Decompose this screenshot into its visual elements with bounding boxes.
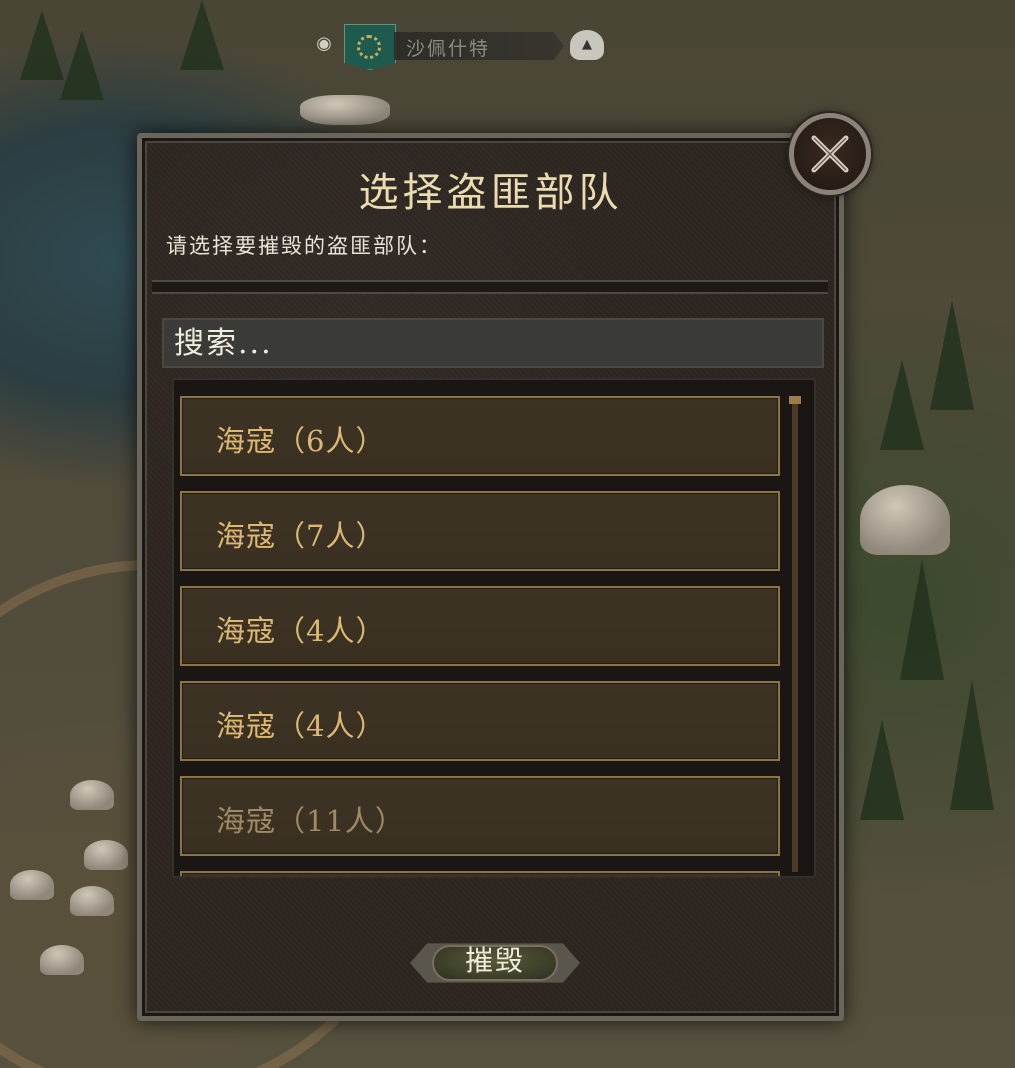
destroy-button[interactable]: 摧毁 <box>410 935 580 991</box>
close-icon <box>811 135 849 173</box>
search-input[interactable] <box>162 318 824 368</box>
settlement-name-bar[interactable]: 沙佩什特 <box>394 32 564 60</box>
party-list[interactable]: 海寇（6人） 海寇（7人） 海寇（4人） 海寇（4人） 海寇（11人） <box>172 378 816 878</box>
party-label: 海寇（4人） <box>216 709 386 743</box>
map-yurt <box>70 780 114 810</box>
party-label: 海寇（11人） <box>216 804 405 838</box>
settlement-nameplate[interactable]: ◉ 沙佩什特 ▲ <box>308 24 618 70</box>
eye-icon[interactable]: ◉ <box>312 35 336 53</box>
party-list-item-partial[interactable] <box>180 871 780 876</box>
dialog-subtitle: 请选择要摧毁的盗匪部队： <box>166 234 442 258</box>
destroy-button-label: 摧毁 <box>464 944 525 977</box>
map-yurt <box>860 485 950 555</box>
map-tree <box>930 300 974 410</box>
party-list-item[interactable]: 海寇（4人） <box>180 586 780 666</box>
scrollbar-thumb[interactable] <box>789 396 801 404</box>
settlement-name: 沙佩什特 <box>406 38 491 60</box>
party-list-item[interactable]: 海寇（7人） <box>180 491 780 571</box>
map-tree <box>860 720 904 820</box>
select-bandit-party-dialog: 选择盗匪部队 请选择要摧毁的盗匪部队： 海寇（6人） 海寇（7人） 海寇（4人）… <box>137 133 844 1021</box>
map-yurt <box>40 945 84 975</box>
faction-banner-icon <box>344 24 396 70</box>
divider <box>152 280 828 294</box>
map-yurt <box>84 840 128 870</box>
map-tree <box>880 360 924 450</box>
party-label: 海寇（6人） <box>216 424 386 458</box>
map-tree <box>60 30 104 100</box>
party-list-item[interactable]: 海寇（11人） <box>180 776 780 856</box>
map-tree <box>900 560 944 680</box>
map-yurt <box>70 886 114 916</box>
scrollbar-track[interactable] <box>792 398 798 872</box>
party-list-item[interactable]: 海寇（6人） <box>180 396 780 476</box>
dialog-title: 选择盗匪部队 <box>358 170 623 216</box>
party-list-item[interactable]: 海寇（4人） <box>180 681 780 761</box>
map-tree <box>20 10 64 80</box>
map-tree <box>180 0 224 70</box>
map-rock <box>300 95 390 125</box>
close-button[interactable] <box>789 113 871 195</box>
helmet-icon: ▲ <box>570 30 604 60</box>
map-tree <box>950 680 994 810</box>
party-label: 海寇（7人） <box>216 519 386 553</box>
party-label: 海寇（4人） <box>216 614 386 648</box>
map-yurt <box>10 870 54 900</box>
